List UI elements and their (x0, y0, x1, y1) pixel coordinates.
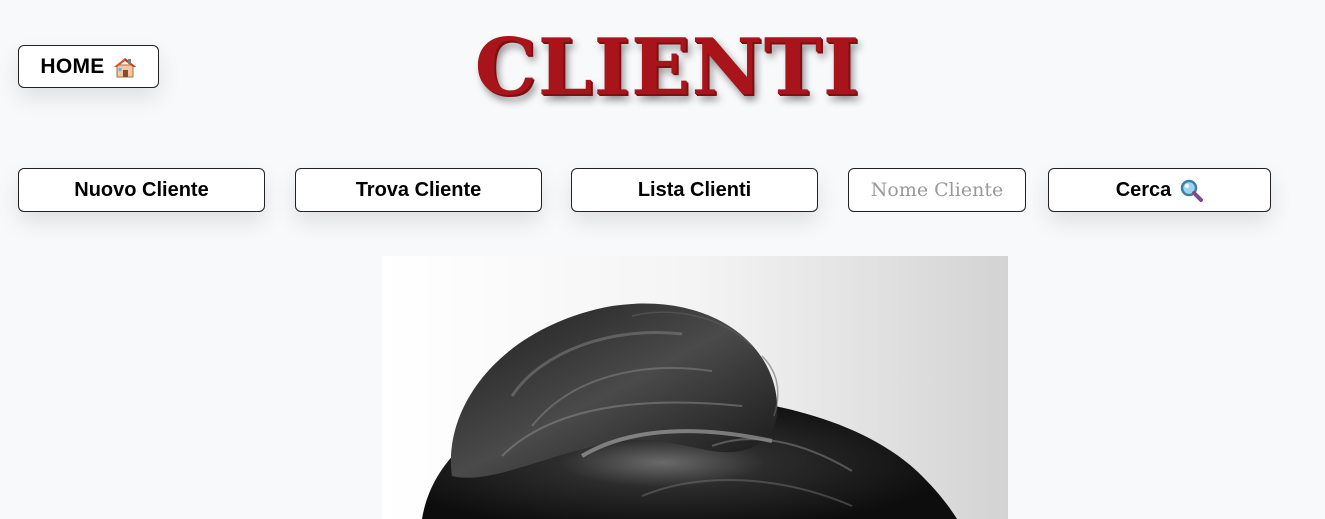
client-name-input[interactable] (848, 168, 1026, 212)
hair-bun-photo (382, 256, 1008, 519)
search-button[interactable]: Cerca (1048, 168, 1271, 212)
page-title: CLIENTI (474, 22, 861, 113)
list-clients-button[interactable]: Lista Clienti (571, 168, 818, 212)
new-client-button[interactable]: Nuovo Cliente (18, 168, 265, 212)
magnifier-icon (1179, 178, 1204, 202)
find-client-button[interactable]: Trova Cliente (295, 168, 542, 212)
search-button-label: Cerca (1115, 178, 1172, 201)
